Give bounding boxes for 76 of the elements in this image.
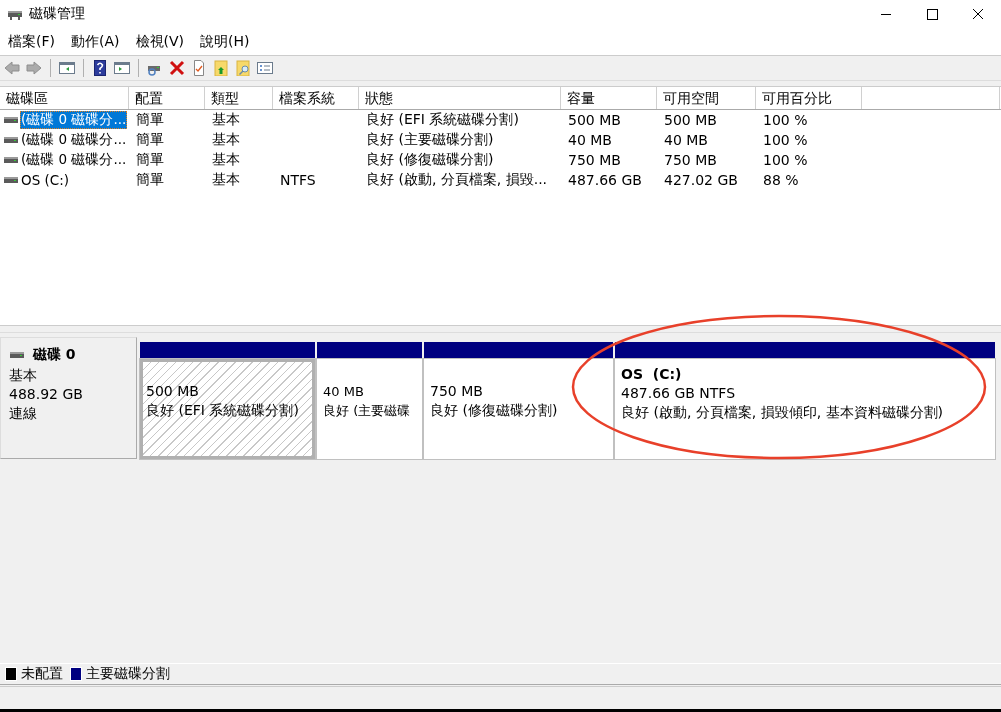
table-cell-text: 750 MB: [663, 152, 718, 168]
partition-size: 750 MB: [430, 382, 484, 401]
table-cell-text: 基本: [211, 151, 241, 169]
disk-size: 488.92 GB: [9, 385, 84, 404]
table-cell-text: 良好 (啟動, 分頁檔案, 損毀...: [365, 171, 549, 189]
question-mark-icon[interactable]: [92, 60, 108, 76]
table-cell-text: 427.02 GB: [663, 172, 739, 188]
table-cell-text: 88 %: [762, 172, 800, 188]
partition-status: 良好 (主要磁碟: [323, 402, 412, 420]
partition-status: 良好 (修復磁碟分割): [430, 401, 559, 420]
table-cell[interactable]: (磁碟 0 磁碟分...: [20, 151, 128, 169]
menu-item[interactable]: 動作(A): [63, 32, 128, 51]
table-cell-text: 簡單: [135, 171, 165, 189]
app-icon: [7, 8, 23, 20]
disk-type: 基本: [9, 366, 38, 385]
partition-size: 500 MB: [146, 382, 200, 401]
partition-block[interactable]: 40 MB 良好 (主要磁碟: [317, 359, 422, 459]
partition-block[interactable]: OS (C:) 487.66 GB NTFS 良好 (啟動, 分頁檔案, 損毀傾印, 基本資料磁碟分割): [615, 359, 995, 459]
column-header[interactable]: 磁碟區: [0, 87, 129, 109]
folder-arrow-icon[interactable]: [213, 60, 229, 76]
folder-magnifier-icon[interactable]: [235, 60, 251, 76]
table-cell-text: 100 %: [762, 132, 809, 148]
legend-label: 未配置: [21, 665, 63, 683]
partition-block[interactable]: 750 MB 良好 (修復磁碟分割): [424, 359, 613, 459]
menu-item[interactable]: 檢視(V): [127, 32, 192, 51]
disk-status: 連線: [9, 404, 38, 423]
document-check-icon[interactable]: [191, 60, 207, 76]
drive-icon: [9, 349, 25, 361]
menu-item[interactable]: 檔案(F): [0, 32, 63, 51]
table-cell-text: 簡單: [135, 151, 165, 169]
table-cell-text: 簡單: [135, 111, 165, 129]
legend-label: 主要磁碟分割: [86, 665, 170, 683]
table-cell-text: 40 MB: [663, 132, 709, 148]
menu-item[interactable]: 說明(H): [192, 32, 258, 51]
window-title: 磁碟管理: [29, 5, 86, 23]
table-cell-text: 良好 (主要磁碟分割): [365, 131, 495, 149]
column-header[interactable]: 可用空間: [657, 87, 756, 109]
table-cell-text: 100 %: [762, 112, 809, 128]
column-header[interactable]: 狀態: [359, 87, 561, 109]
drive-icon: [3, 174, 19, 186]
partition-status: 良好 (啟動, 分頁檔案, 損毀傾印, 基本資料磁碟分割): [621, 403, 945, 422]
table-cell-text: 基本: [211, 171, 241, 189]
checklist-icon[interactable]: [257, 60, 273, 76]
disk-name: 磁碟 0: [33, 346, 76, 364]
table-cell[interactable]: (磁碟 0 磁碟分...: [20, 131, 128, 149]
table-cell-text: 500 MB: [567, 112, 622, 128]
delete-icon[interactable]: [169, 60, 185, 76]
column-header[interactable]: 容量: [561, 87, 657, 109]
window-panel-icon[interactable]: [59, 60, 75, 76]
partition-size: 487.66 GB NTFS: [621, 384, 737, 403]
splitter-bar[interactable]: [0, 325, 1001, 333]
table-cell-text: 487.66 GB: [567, 172, 643, 188]
table-cell-text: 40 MB: [567, 132, 613, 148]
drive-icon: [3, 114, 19, 126]
partition-status: 良好 (EFI 系統磁碟分割): [146, 401, 300, 420]
column-header[interactable]: 類型: [205, 87, 273, 109]
table-cell-text: 基本: [211, 131, 241, 149]
table-cell-text: 簡單: [135, 131, 165, 149]
column-header[interactable]: 檔案系統: [273, 87, 359, 109]
partition-name: OS (C:): [621, 365, 683, 384]
table-cell-text: 750 MB: [567, 152, 622, 168]
drive-icon: [3, 154, 19, 166]
window-panel-icon[interactable]: [114, 60, 130, 76]
drive-icon: [3, 134, 19, 146]
table-cell[interactable]: (磁碟 0 磁碟分...: [20, 111, 128, 129]
table-cell-text: 500 MB: [663, 112, 718, 128]
column-header[interactable]: 配置: [129, 87, 205, 109]
table-cell-text: NTFS: [279, 172, 317, 188]
table-cell-text: 良好 (修復磁碟分割): [365, 151, 495, 169]
table-cell-text: 良好 (EFI 系統磁碟分割): [365, 111, 520, 129]
column-header[interactable]: 可用百分比: [756, 87, 862, 109]
table-cell-text: 基本: [211, 111, 241, 129]
table-cell[interactable]: OS (C:): [20, 172, 70, 188]
table-cell-text: 100 %: [762, 152, 809, 168]
partition-size: 40 MB: [323, 383, 365, 401]
partition-block[interactable]: 500 MB 良好 (EFI 系統磁碟分割): [140, 359, 315, 459]
